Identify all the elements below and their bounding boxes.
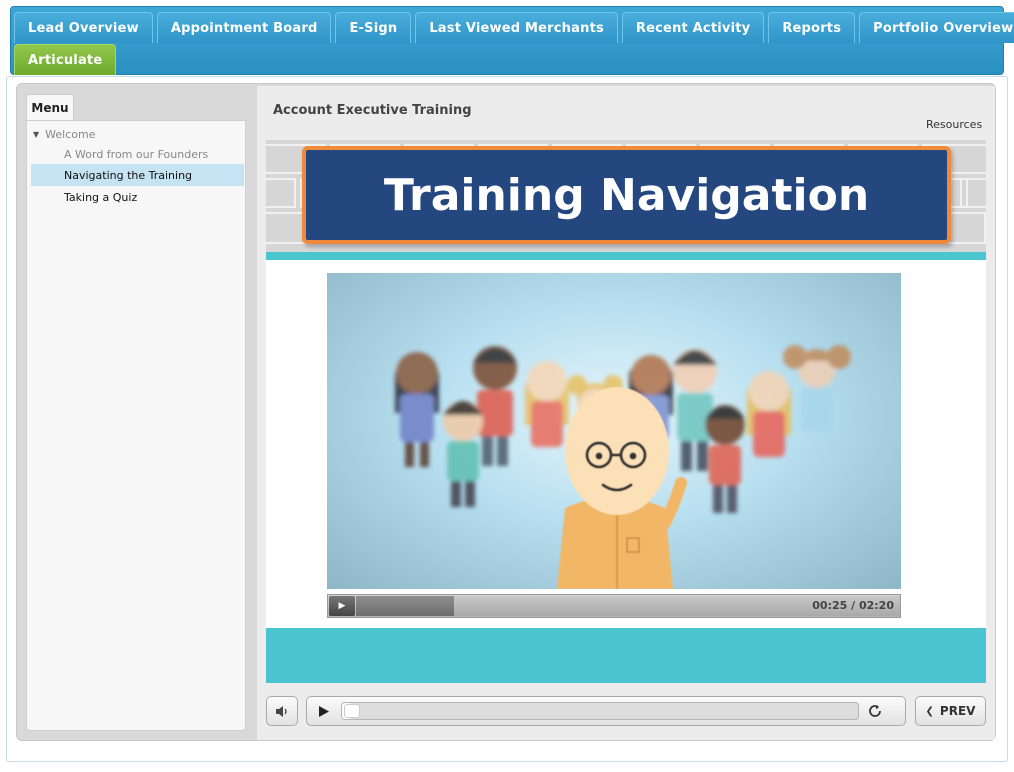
menu-item-taking-quiz[interactable]: Taking a Quiz — [31, 186, 244, 208]
top-navigation: Lead Overview Appointment Board E-Sign Last… — [10, 6, 1014, 75]
seek-track[interactable] — [341, 702, 859, 720]
replay-button[interactable] — [865, 702, 885, 720]
banner-brick — [266, 178, 296, 208]
player-seekbar — [306, 696, 906, 726]
video-controls: ▶ 00:25 / 02:20 — [327, 594, 901, 618]
menu-item-navigating-training[interactable]: Navigating the Training — [31, 164, 244, 186]
tab-recent-activity[interactable]: Recent Activity — [621, 12, 765, 43]
caret-down-icon: ▼ — [33, 129, 40, 139]
menu-item-founders[interactable]: A Word from our Founders — [31, 143, 244, 165]
banner-brick — [960, 178, 986, 208]
chevron-left-icon: ❮ — [925, 705, 934, 717]
tab-reports[interactable]: Reports — [768, 12, 856, 43]
menu-tab[interactable]: Menu — [26, 94, 74, 120]
tab-e-sign[interactable]: E-Sign — [335, 12, 412, 43]
sidebar-menu: ▼ Welcome A Word from our Founders Navig… — [26, 120, 246, 731]
video-frame[interactable] — [327, 273, 901, 589]
nav-tabs-row-2: Articulate — [14, 44, 117, 75]
resources-link[interactable]: Resources — [926, 118, 982, 131]
nav-tabs-row-1: Lead Overview Appointment Board E-Sign Last… — [14, 12, 1014, 43]
tab-appointment-board[interactable]: Appointment Board — [156, 12, 332, 43]
tab-portfolio-overview[interactable]: Portfolio Overview — [859, 12, 1014, 43]
tab-lead-overview[interactable]: Lead Overview — [14, 12, 153, 43]
menu-item-welcome[interactable]: ▼ Welcome — [33, 123, 238, 145]
speaker-icon — [276, 705, 287, 717]
volume-button[interactable] — [266, 696, 298, 726]
slide-title: Training Navigation — [383, 169, 870, 221]
play-button[interactable] — [315, 702, 333, 720]
banner-stripe — [266, 252, 986, 260]
tab-last-viewed-merchants[interactable]: Last Viewed Merchants — [415, 12, 618, 43]
course-title: Account Executive Training — [273, 103, 472, 118]
replay-icon — [869, 705, 881, 717]
video-time: 00:25 / 02:20 — [812, 599, 894, 612]
video-play-icon[interactable]: ▶ — [329, 596, 355, 616]
video-buffer-bar — [356, 596, 454, 616]
tab-articulate[interactable]: Articulate — [14, 44, 117, 75]
play-icon — [319, 705, 329, 717]
slide-footer-band — [266, 628, 986, 683]
prev-button[interactable]: ❮ PREV — [915, 696, 986, 726]
video-progress-track[interactable]: 00:25 / 02:20 — [356, 596, 900, 616]
seek-handle[interactable] — [344, 704, 360, 718]
menu-item-label: Welcome — [45, 127, 96, 141]
prev-label: PREV — [939, 704, 976, 718]
slide-title-box: Training Navigation — [302, 146, 951, 244]
slide: Training Navigation ▶ 00:25 / 02:20 — [266, 140, 986, 683]
video-illustration — [395, 345, 851, 589]
